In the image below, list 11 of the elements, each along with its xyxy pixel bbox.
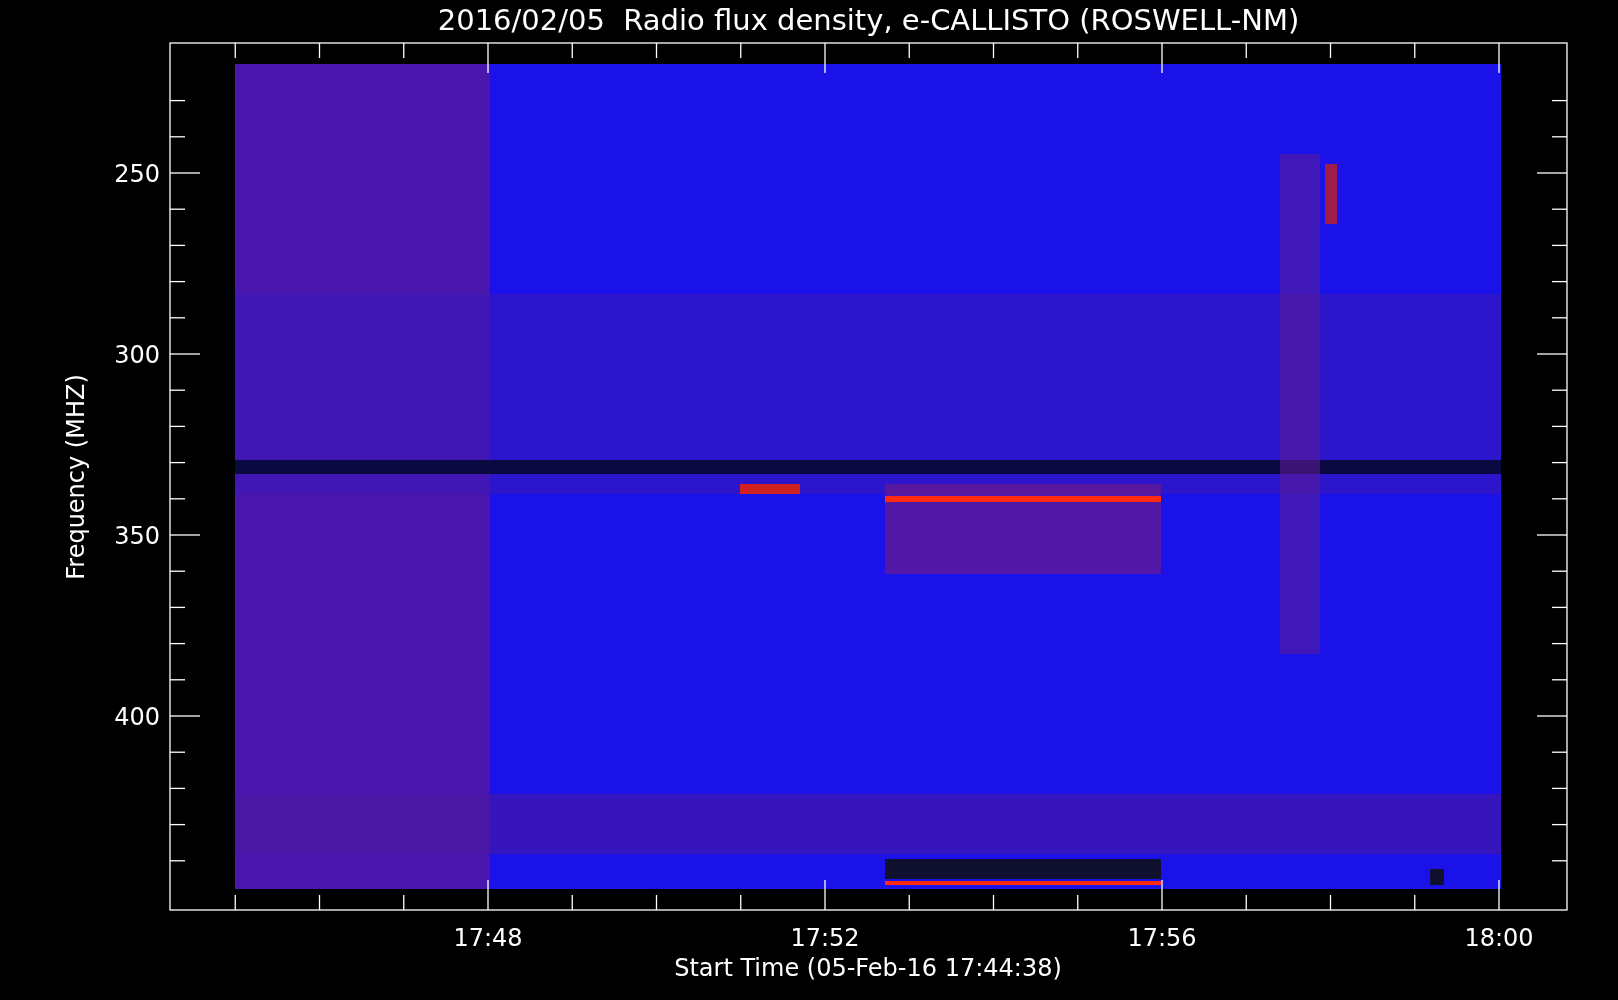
- axis-title: Frequency (MHZ): [62, 374, 90, 580]
- tick-label: 17:56: [1127, 924, 1197, 952]
- chart-title: 2016/02/05 Radio flux density, e-CALLISTO (ROSWELL-NM): [437, 3, 1300, 37]
- tick-label: 17:52: [790, 924, 860, 952]
- tick-label: 250: [114, 160, 160, 188]
- tick-label: 17:48: [453, 924, 523, 952]
- axis-title: Start Time (05-Feb-16 17:44:38): [674, 954, 1062, 982]
- tick-label: 300: [114, 341, 160, 369]
- tick-label: 18:00: [1464, 924, 1534, 952]
- tick-label: 350: [114, 522, 160, 550]
- tick-label: 400: [114, 703, 160, 731]
